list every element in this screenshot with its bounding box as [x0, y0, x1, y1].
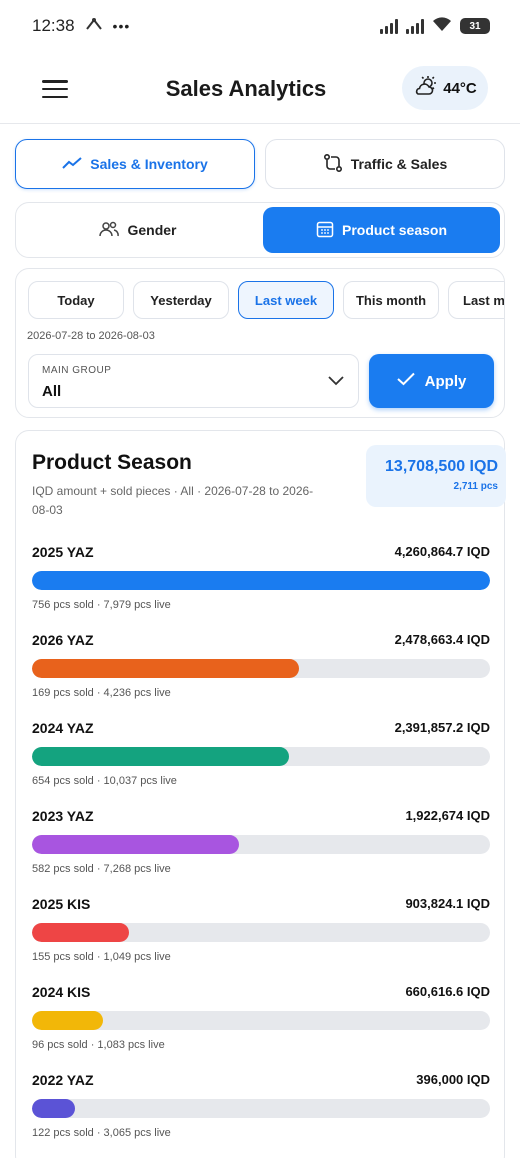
season-row-amount: 396,000 IQD [416, 1072, 490, 1087]
tab-traffic-sales[interactable]: Traffic & Sales [265, 139, 505, 189]
season-row: 2024 KIS 660,616.6 IQD 96 pcs sold · 1,083… [32, 984, 490, 1072]
season-row-amount: 903,824.1 IQD [405, 896, 490, 911]
status-right: 31 [380, 16, 490, 37]
season-bar-track [32, 571, 490, 590]
season-row-meta: 96 pcs sold · 1,083 pcs live [32, 1039, 165, 1051]
period-chip-yesterday[interactable]: Yesterday [133, 281, 229, 319]
temperature-value: 44°C [443, 79, 477, 97]
season-row-name: 2025 YAZ [32, 544, 94, 560]
tab-label: Sales & Inventory [90, 156, 208, 172]
season-total-pcs: 2,711 pcs [453, 481, 498, 492]
date-range-text: 2026-07-28 to 2026-08-03 [27, 330, 155, 342]
main-group-value: All [42, 383, 62, 400]
partly-cloudy-icon [413, 75, 437, 101]
view-segmented-control: Gender Product season [15, 202, 505, 258]
weather-pill[interactable]: 44°C [402, 66, 488, 110]
period-chip-last-month[interactable]: Last month [448, 281, 504, 319]
season-bar-track [32, 1099, 490, 1118]
main-group-select[interactable]: MAIN GROUP All [28, 354, 359, 408]
season-row-name: 2024 YAZ [32, 720, 94, 736]
segment-product-season[interactable]: Product season [263, 207, 500, 253]
tab-label: Traffic & Sales [350, 156, 448, 172]
season-subtitle: IQD amount + sold pieces · All · 2026-07… [32, 484, 314, 517]
period-chip-today[interactable]: Today [28, 281, 124, 319]
product-season-card: Product Season IQD amount + sold pieces … [15, 430, 506, 1158]
season-row-amount: 4,260,864.7 IQD [394, 544, 490, 559]
notification-icon [85, 16, 103, 36]
check-icon [396, 372, 415, 390]
season-row-amount: 1,922,674 IQD [405, 808, 490, 823]
season-row: 2025 KIS 903,824.1 IQD 155 pcs sold · 1,04… [32, 896, 490, 984]
apply-button[interactable]: Apply [369, 354, 494, 408]
status-bar: 12:38 ••• 31 [0, 0, 520, 52]
season-bar-track [32, 923, 490, 942]
season-row-meta: 169 pcs sold · 4,236 pcs live [32, 687, 171, 699]
season-row-amount: 2,478,663.4 IQD [394, 632, 490, 647]
season-total-box: 13,708,500 IQD 2,711 pcs [366, 445, 506, 507]
season-row-name: 2025 KIS [32, 896, 91, 912]
season-row-amount: 2,391,857.2 IQD [394, 720, 490, 735]
battery-icon: 31 [460, 18, 490, 34]
main-group-label: MAIN GROUP [42, 365, 112, 376]
segment-gender[interactable]: Gender [20, 207, 256, 253]
segment-label: Gender [127, 222, 177, 238]
season-row: 2023 YAZ 1,922,674 IQD 582 pcs sold · 7,26… [32, 808, 490, 896]
season-row-meta: 122 pcs sold · 3,065 pcs live [32, 1127, 171, 1139]
season-bar-fill [32, 1099, 75, 1118]
season-total-amount: 13,708,500 IQD [385, 458, 498, 475]
season-row: 2022 YAZ 396,000 IQD 122 pcs sold · 3,065 … [32, 1072, 490, 1158]
season-bar-fill [32, 571, 490, 590]
more-notifications-icon: ••• [112, 18, 131, 34]
season-bar-track [32, 747, 490, 766]
season-bar-fill [32, 747, 289, 766]
period-chip-last-week[interactable]: Last week [238, 281, 334, 319]
season-bar-track [32, 1011, 490, 1030]
season-bar-track [32, 659, 490, 678]
calendar-icon [316, 220, 334, 241]
season-bar-fill [32, 923, 130, 942]
season-row-name: 2024 KIS [32, 984, 91, 1000]
segment-label: Product season [341, 222, 448, 238]
season-title: Product Season [32, 451, 192, 474]
apply-label: Apply [424, 372, 467, 390]
season-row: 2024 YAZ 2,391,857.2 IQD 654 pcs sold · 10… [32, 720, 490, 808]
season-bar-fill [32, 659, 299, 678]
season-row-meta: 582 pcs sold · 7,268 pcs live [32, 863, 171, 875]
trend-line-icon [62, 156, 82, 173]
season-row-amount: 660,616.6 IQD [405, 984, 490, 999]
users-icon [99, 221, 120, 240]
season-row-name: 2026 YAZ [32, 632, 94, 648]
tab-sales-inventory[interactable]: Sales & Inventory [15, 139, 255, 189]
status-time: 12:38 [32, 16, 75, 35]
season-row: 2026 YAZ 2,478,663.4 IQD 169 pcs sold · 4,… [32, 632, 490, 720]
signal-icon-2 [406, 18, 424, 34]
period-chip-this-month[interactable]: This month [343, 281, 439, 319]
season-row-meta: 756 pcs sold · 7,979 pcs live [32, 599, 171, 611]
season-row-meta: 654 pcs sold · 10,037 pcs live [32, 775, 177, 787]
filter-card: Today Yesterday Last week This month Las… [15, 268, 505, 418]
season-bar-fill [32, 1011, 103, 1030]
app-header: Sales Analytics 44°C [0, 52, 520, 124]
season-row-name: 2022 YAZ [32, 1072, 94, 1088]
status-left: 12:38 ••• [32, 16, 130, 36]
signal-icon [380, 18, 398, 34]
season-row-meta: 155 pcs sold · 1,049 pcs live [32, 951, 171, 963]
transfer-icon [323, 153, 343, 176]
season-bar-fill [32, 835, 239, 854]
chevron-down-icon [328, 373, 344, 391]
season-row: 2025 YAZ 4,260,864.7 IQD 756 pcs sold · 7,… [32, 544, 490, 632]
season-row-name: 2023 YAZ [32, 808, 94, 824]
wifi-icon [432, 16, 452, 37]
season-bar-track [32, 835, 490, 854]
